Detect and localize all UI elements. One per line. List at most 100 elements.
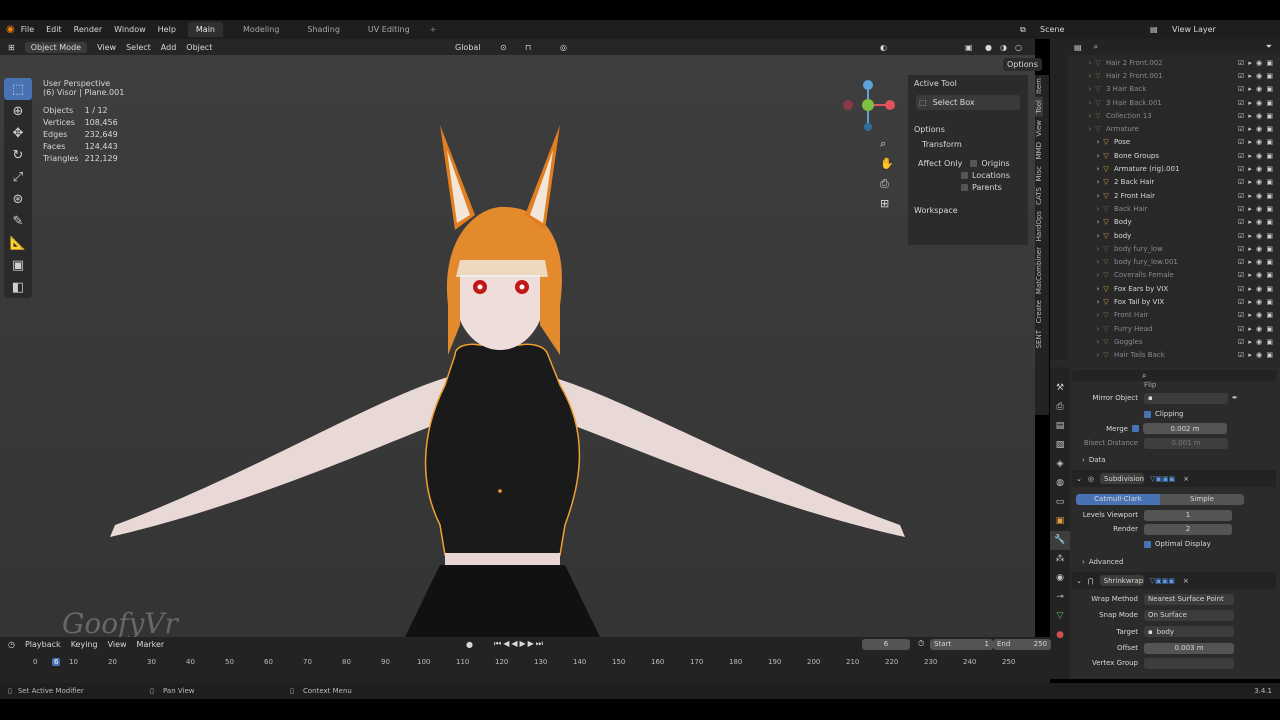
blender-logo-icon[interactable]: ◉ <box>6 24 15 35</box>
shading-solid-icon[interactable]: ● <box>985 43 992 52</box>
frame-ruler[interactable]: 0 6 10 20 30 40 50 60 70 80 90 100 110 1… <box>0 637 1050 683</box>
select-box-label[interactable]: Select Box <box>933 98 975 107</box>
tab-view[interactable]: View <box>1035 117 1043 140</box>
offset-field[interactable]: 0.003 m <box>1144 642 1234 654</box>
visibility-toggle-icons[interactable]: ☑ ▸ ◉ ▣ <box>1238 258 1274 266</box>
search-icon[interactable]: ⌕ <box>1094 42 1098 52</box>
menu-window[interactable]: Window <box>114 25 146 34</box>
snap-icon[interactable]: ⊓ <box>525 43 531 52</box>
close-icon[interactable]: × <box>1183 475 1189 483</box>
outliner-row[interactable]: › ▽ 3 Hair Back.001 ☑ ▸ ◉ ▣ <box>1078 96 1278 109</box>
locations-checkbox[interactable] <box>961 172 968 179</box>
outliner-row[interactable]: › ▽ Pose ☑ ▸ ◉ ▣ <box>1078 136 1278 149</box>
expand-arrow-icon[interactable]: › <box>1094 338 1102 346</box>
snap-mode-select[interactable]: On Surface <box>1144 609 1234 621</box>
shading-material-icon[interactable]: ◑ <box>1000 43 1007 52</box>
overlay-icon[interactable]: ◐ <box>880 43 887 52</box>
expand-arrow-icon[interactable]: › <box>1094 258 1102 266</box>
xray-icon[interactable]: ▣ <box>965 43 973 52</box>
expand-arrow-icon[interactable]: › <box>1094 298 1102 306</box>
shear-tool-icon[interactable]: ◧ <box>4 276 32 298</box>
merge-checkbox[interactable] <box>1132 425 1139 432</box>
expand-arrow-icon[interactable]: › <box>1086 72 1094 80</box>
advanced-subpanel[interactable]: Advanced <box>1089 558 1124 566</box>
outliner-row[interactable]: › ▽ Hair 2 Front.001 ☑ ▸ ◉ ▣ <box>1078 69 1278 82</box>
visibility-toggle-icons[interactable]: ☑ ▸ ◉ ▣ <box>1238 218 1274 226</box>
constraints-tab-icon[interactable]: ⊸ <box>1050 588 1070 607</box>
transform-tool-icon[interactable]: ⊛ <box>4 188 32 210</box>
properties-search[interactable]: ⌕ <box>1072 370 1277 381</box>
outliner-row[interactable]: › ▽ Hair 2 Front.002 ☑ ▸ ◉ ▣ <box>1078 56 1278 69</box>
outliner-row[interactable]: › ▽ 3 Hair Back ☑ ▸ ◉ ▣ <box>1078 83 1278 96</box>
material-tab-icon[interactable]: ● <box>1050 626 1070 645</box>
menu-select[interactable]: Select <box>126 43 151 52</box>
modifier-toggle-icons[interactable]: ▽▣▣▣ <box>1150 577 1175 585</box>
catmull-clark-button[interactable]: Catmull-Clark <box>1076 493 1160 505</box>
outliner-row[interactable]: › ▽ body ☑ ▸ ◉ ▣ <box>1078 229 1278 242</box>
tab-sent[interactable]: SENT <box>1035 327 1043 351</box>
collection-tab-icon[interactable]: ▭ <box>1050 493 1070 512</box>
tab-cats[interactable]: CATS <box>1035 184 1043 208</box>
visibility-toggle-icons[interactable]: ☑ ▸ ◉ ▣ <box>1238 285 1274 293</box>
visibility-toggle-icons[interactable]: ☑ ▸ ◉ ▣ <box>1238 351 1274 359</box>
add-workspace-icon[interactable]: + <box>430 25 437 34</box>
expand-arrow-icon[interactable]: › <box>1086 125 1094 133</box>
outliner-row[interactable]: › ▽ Bone Groups ☑ ▸ ◉ ▣ <box>1078 149 1278 162</box>
tab-uv-editing[interactable]: UV Editing <box>360 22 418 37</box>
scale-tool-icon[interactable]: ⤢ <box>4 166 32 188</box>
expand-arrow-icon[interactable]: › <box>1086 112 1094 120</box>
outliner-row[interactable]: › ▽ Armature (rig).001 ☑ ▸ ◉ ▣ <box>1078 162 1278 175</box>
outliner-row[interactable]: › ▽ Coveralls Female ☑ ▸ ◉ ▣ <box>1078 269 1278 282</box>
target-field[interactable]: ▪ body <box>1144 626 1234 637</box>
outliner-row[interactable]: › ▽ Front Hair ☑ ▸ ◉ ▣ <box>1078 309 1278 322</box>
expand-arrow-icon[interactable]: › <box>1094 192 1102 200</box>
rotate-tool-icon[interactable]: ↻ <box>4 144 32 166</box>
tab-misc[interactable]: Misc <box>1035 163 1043 184</box>
tab-item[interactable]: Item <box>1035 75 1043 97</box>
outliner-row[interactable]: › ▽ 2 Back Hair ☑ ▸ ◉ ▣ <box>1078 176 1278 189</box>
select-box-tool-icon[interactable]: ⬚ <box>4 78 32 100</box>
data-subpanel[interactable]: Data <box>1089 456 1106 464</box>
visibility-toggle-icons[interactable]: ☑ ▸ ◉ ▣ <box>1238 205 1274 213</box>
tab-hardops[interactable]: HardOps <box>1035 208 1043 244</box>
outliner-row[interactable]: › ▽ Collection 13 ☑ ▸ ◉ ▣ <box>1078 109 1278 122</box>
visibility-toggle-icons[interactable]: ☑ ▸ ◉ ▣ <box>1238 59 1274 67</box>
pan-hand-icon[interactable]: ✋ <box>880 157 894 170</box>
tab-tool[interactable]: Tool <box>1035 96 1043 117</box>
parents-checkbox[interactable] <box>961 184 968 191</box>
expand-arrow-icon[interactable]: › <box>1094 232 1102 240</box>
origins-checkbox[interactable] <box>970 160 978 167</box>
expand-arrow-icon[interactable]: › <box>1086 85 1094 93</box>
data-tab-icon[interactable]: ▽ <box>1050 607 1070 626</box>
outliner-row[interactable]: › ▽ body fury_low.001 ☑ ▸ ◉ ▣ <box>1078 255 1278 268</box>
menu-view[interactable]: View <box>97 43 116 52</box>
subdivision-modifier-header[interactable]: ⌄ ◎ Subdivision ▽▣▣▣ × <box>1072 470 1276 487</box>
outliner-row[interactable]: › ▽ Fox Tail by VIX ☑ ▸ ◉ ▣ <box>1078 295 1278 308</box>
add-cube-tool-icon[interactable]: ▣ <box>4 254 32 276</box>
render-levels-field[interactable]: 2 <box>1144 523 1232 535</box>
visibility-toggle-icons[interactable]: ☑ ▸ ◉ ▣ <box>1238 85 1274 93</box>
move-tool-icon[interactable]: ✥ <box>4 122 32 144</box>
expand-arrow-icon[interactable]: › <box>1094 311 1102 319</box>
visibility-toggle-icons[interactable]: ☑ ▸ ◉ ▣ <box>1238 245 1274 253</box>
expand-arrow-icon[interactable]: › <box>1094 178 1102 186</box>
expand-arrow-icon[interactable]: › <box>1094 205 1102 213</box>
particles-tab-icon[interactable]: ⁂ <box>1050 550 1070 569</box>
expand-arrow-icon[interactable]: › <box>1094 218 1102 226</box>
subdivision-name[interactable]: Subdivision <box>1099 473 1144 484</box>
playhead[interactable]: 6 <box>52 658 61 666</box>
visibility-toggle-icons[interactable]: ☑ ▸ ◉ ▣ <box>1238 298 1274 306</box>
levels-viewport-field[interactable]: 1 <box>1144 509 1232 521</box>
expand-arrow-icon[interactable]: › <box>1094 152 1102 160</box>
render-tab-icon[interactable]: ⎙ <box>1050 398 1070 417</box>
transform-orientation[interactable]: Global <box>455 43 481 52</box>
visibility-toggle-icons[interactable]: ☑ ▸ ◉ ▣ <box>1238 178 1274 186</box>
modifier-toggle-icons[interactable]: ▽▣▣▣ <box>1150 475 1175 483</box>
menu-edit[interactable]: Edit <box>46 25 62 34</box>
outliner-row[interactable]: › ▽ body fury_low ☑ ▸ ◉ ▣ <box>1078 242 1278 255</box>
tab-create[interactable]: Create <box>1035 297 1043 326</box>
outliner-row[interactable]: › ▽ 2 Front Hair ☑ ▸ ◉ ▣ <box>1078 189 1278 202</box>
expand-arrow-icon[interactable]: › <box>1094 165 1102 173</box>
visibility-toggle-icons[interactable]: ☑ ▸ ◉ ▣ <box>1238 152 1274 160</box>
modifier-tab-icon[interactable]: 🔧 <box>1050 531 1070 550</box>
